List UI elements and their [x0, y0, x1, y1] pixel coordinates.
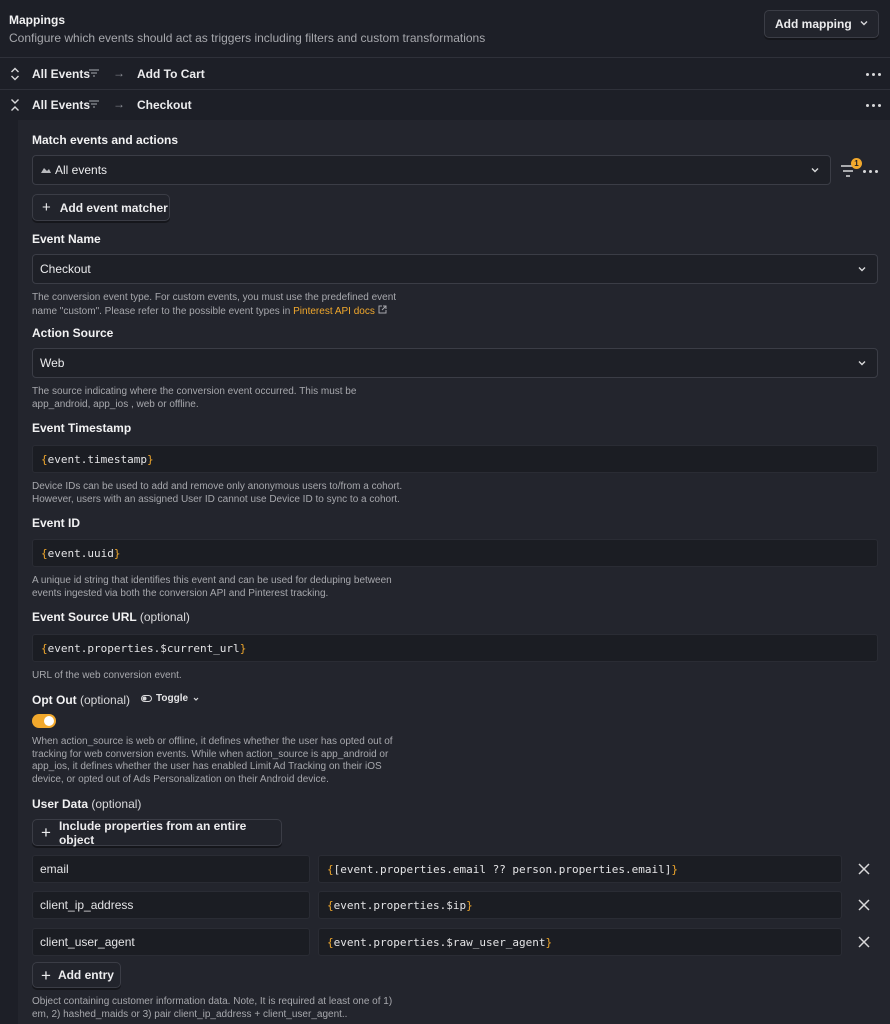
- include-properties-button[interactable]: + Include properties from an entire obje…: [32, 818, 282, 847]
- mapping-row-checkout[interactable]: All Events → Checkout: [0, 90, 890, 120]
- mapping-row-add-to-cart[interactable]: All Events → Add To Cart: [0, 58, 890, 89]
- opt-out-toggle[interactable]: [32, 714, 56, 728]
- add-event-matcher-button[interactable]: + Add event matcher: [32, 194, 170, 221]
- event-id-help: A unique id string that identifies this …: [32, 575, 392, 599]
- more-options-icon[interactable]: [863, 170, 878, 173]
- event-timestamp-input[interactable]: {event.timestamp}: [32, 445, 878, 473]
- include-properties-label: Include properties from an entire object: [58, 818, 247, 847]
- external-link-icon: [378, 305, 387, 313]
- user-data-help: Object containing customer information d…: [32, 996, 393, 1020]
- event-timestamp-help: Device IDs can be used to add and remove…: [32, 481, 403, 505]
- plus-icon: +: [41, 823, 51, 842]
- event-timestamp-label: Event Timestamp: [32, 421, 132, 435]
- event-source-url-help: URL of the web conversion event.: [32, 670, 182, 681]
- toggle-icon: [141, 695, 152, 702]
- event-id-input[interactable]: {event.uuid}: [32, 539, 878, 567]
- event-id-label: Event ID: [32, 516, 81, 530]
- remove-entry-icon[interactable]: [857, 862, 871, 876]
- mapping-source: All Events: [32, 67, 91, 81]
- chevron-down-icon: [860, 21, 868, 26]
- user-data-key-email[interactable]: email: [32, 855, 310, 883]
- more-options-icon[interactable]: [866, 104, 881, 107]
- user-data-key-client-ip[interactable]: client_ip_address: [32, 891, 310, 919]
- chevron-down-icon: [193, 697, 199, 701]
- add-entry-label: Add entry: [57, 968, 114, 982]
- add-event-matcher-label: Add event matcher: [59, 200, 168, 215]
- user-data-value-client-user-agent[interactable]: {event.properties.$raw_user_agent}: [318, 928, 842, 956]
- add-entry-button[interactable]: + Add entry: [32, 962, 121, 988]
- page-title: Mappings: [9, 13, 65, 27]
- chevron-down-icon: [858, 361, 866, 366]
- user-data-value-client-ip[interactable]: {event.properties.$ip}: [318, 891, 842, 919]
- action-source-select[interactable]: Web: [32, 348, 878, 378]
- more-options-icon[interactable]: [866, 73, 881, 76]
- mapping-target: Checkout: [137, 98, 192, 112]
- page-subtitle: Configure which events should act as tri…: [9, 31, 486, 45]
- event-icon: [41, 168, 51, 173]
- user-data-label: User Data (optional): [32, 797, 142, 811]
- event-source-url-input[interactable]: {event.properties.$current_url}: [32, 634, 878, 662]
- pinterest-api-docs-link[interactable]: Pinterest API docs: [293, 306, 375, 317]
- filter-icon[interactable]: [88, 99, 100, 109]
- plus-icon: +: [42, 199, 51, 216]
- plus-icon: +: [41, 965, 51, 985]
- filter-count-badge: 1: [851, 158, 862, 169]
- match-events-label: Match events and actions: [32, 133, 179, 147]
- event-matcher-select[interactable]: All events: [32, 155, 831, 185]
- add-mapping-label: Add mapping: [775, 17, 852, 31]
- mapping-source: All Events: [32, 98, 91, 112]
- action-source-help: The source indicating where the conversi…: [32, 386, 357, 410]
- user-data-key-client-user-agent[interactable]: client_user_agent: [32, 928, 310, 956]
- event-name-value: Checkout: [40, 262, 91, 276]
- arrow-right-icon: →: [113, 97, 125, 111]
- remove-entry-icon[interactable]: [857, 935, 871, 949]
- expand-icon[interactable]: [9, 66, 21, 82]
- action-source-label: Action Source: [32, 326, 114, 340]
- chevron-down-icon: [858, 267, 866, 272]
- chevron-down-icon: [811, 168, 819, 173]
- event-source-url-label: Event Source URL (optional): [32, 610, 190, 624]
- event-name-help: The conversion event type. For custom ev…: [32, 292, 397, 317]
- arrow-right-icon: →: [113, 66, 125, 80]
- filter-button[interactable]: 1: [839, 158, 863, 180]
- action-source-value: Web: [40, 356, 65, 370]
- event-name-select[interactable]: Checkout: [32, 254, 878, 284]
- user-data-value-email[interactable]: {[event.properties.email ?? person.prope…: [318, 855, 842, 883]
- add-mapping-button[interactable]: Add mapping: [764, 10, 879, 38]
- event-name-label: Event Name: [32, 232, 101, 246]
- remove-entry-icon[interactable]: [857, 898, 871, 912]
- collapse-icon[interactable]: [9, 97, 21, 113]
- mapping-target: Add To Cart: [137, 67, 205, 81]
- opt-out-help: When action_source is web or offline, it…: [32, 736, 393, 785]
- opt-out-mode-dropdown[interactable]: Toggle: [141, 693, 200, 704]
- event-matcher-value: All events: [55, 163, 108, 177]
- opt-out-label: Opt Out (optional): [32, 693, 131, 707]
- filter-icon[interactable]: [88, 68, 100, 78]
